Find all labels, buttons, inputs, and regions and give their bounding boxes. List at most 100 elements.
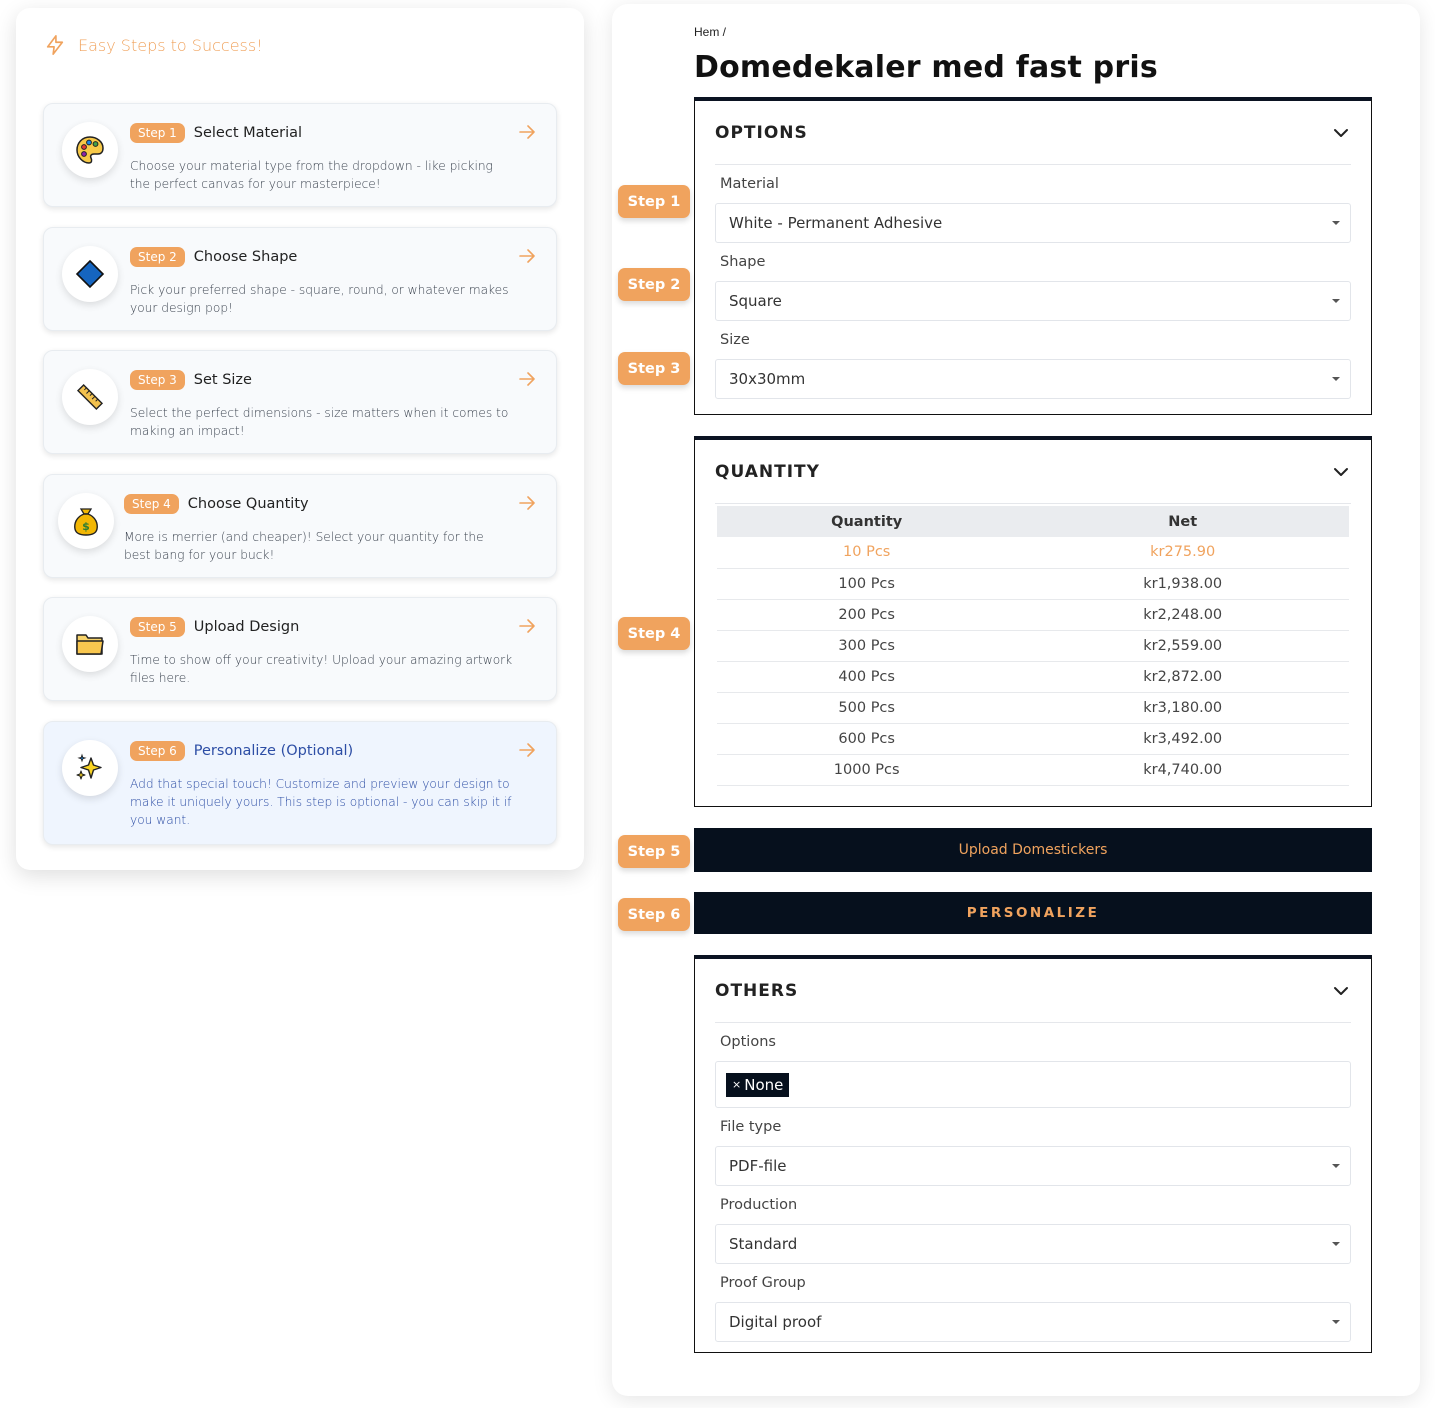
step-title: Select Material [193,125,303,141]
step-card-size[interactable]: Step 3 Set Size Select the perfect dimen… [43,350,557,454]
shape-label: Shape [720,254,766,270]
caret-down-icon [1332,1320,1340,1324]
step-marker-4: Step 4 [618,617,690,650]
step-description: Pick your preferred shape - square, roun… [130,282,509,315]
chevron-down-icon[interactable] [1333,128,1349,138]
step-description: More is merrier (and cheaper)! Select yo… [124,529,484,562]
guide-title: Easy Steps to Success! [78,35,263,55]
section-title: OTHERS [715,980,799,1001]
arrow-right-icon [519,742,535,757]
step-card-shape[interactable]: Step 2 Choose Shape Pick your preferred … [43,226,557,331]
remove-tag-icon[interactable]: × [732,1078,741,1091]
quantity-section: QUANTITY Quantity Net 10 Pcs kr275.90 100… [694,436,1372,807]
folder-icon [62,616,118,672]
table-row[interactable]: 1000 Pcs kr4,740.00 [717,754,1349,786]
step-pill: Step 3 [130,370,185,390]
qty-cell: 10 Pcs [717,537,1017,569]
net-cell: kr3,492.00 [1016,723,1349,755]
net-cell: kr2,248.00 [1016,599,1349,631]
options-multiselect[interactable]: × None [715,1061,1351,1108]
step-title: Choose Shape [193,248,298,265]
step-list: Step 1 Select Material Choose your mater… [43,103,557,864]
step-title: Choose Quantity [187,495,309,512]
proof-group-label: Proof Group [720,1275,806,1291]
qty-cell: 100 Pcs [717,568,1017,600]
selected-tag[interactable]: × None [726,1072,790,1097]
arrow-right-icon [519,619,535,633]
qty-cell: 500 Pcs [717,692,1017,724]
qty-cell: 400 Pcs [717,661,1017,693]
net-cell: kr275.90 [1016,537,1349,569]
tag-label: None [744,1075,784,1094]
step-marker-3: Step 3 [618,352,690,385]
sparkles-icon [62,739,118,796]
arrow-right-icon [519,495,535,510]
quantity-price-table: Quantity Net 10 Pcs kr275.90 100 Pcs kr1,9… [717,506,1349,786]
step-card-personalize[interactable]: Step 6 Personalize (Optional) Add that s… [43,720,557,845]
select-value: Square [729,292,782,310]
steps-guide-panel: Easy Steps to Success! Step 1 Select Mat… [16,8,584,870]
ruler-icon [62,369,118,425]
section-title: OPTIONS [715,122,808,143]
others-header[interactable]: OTHERS [715,959,1351,1023]
step-card-quantity[interactable]: $ Step 4 Choose Quantity More is merrier… [43,473,557,578]
chevron-down-icon[interactable] [1333,467,1349,477]
step-pill: Step 1 [130,123,185,143]
shape-select[interactable]: Square [715,281,1351,321]
step-pill: Step 2 [130,246,185,267]
options-label: Options [720,1034,776,1050]
net-cell: kr4,740.00 [1016,754,1349,786]
page-title: Domedekaler med fast pris [694,50,1158,85]
table-row[interactable]: 200 Pcs kr2,248.00 [717,599,1349,631]
step-marker-2: Step 2 [618,268,690,301]
size-select[interactable]: 30x30mm [715,359,1351,399]
step-marker-5: Step 5 [618,835,690,868]
palette-icon [62,122,118,178]
table-row[interactable]: 10 Pcs kr275.90 [717,537,1349,569]
arrow-right-icon [519,125,535,139]
breadcrumb[interactable]: Hem / [694,25,726,39]
select-value: Standard [729,1235,798,1253]
table-row[interactable]: 500 Pcs kr3,180.00 [717,692,1349,724]
production-select[interactable]: Standard [715,1224,1351,1264]
caret-down-icon [1332,221,1340,225]
column-header-quantity: Quantity [717,506,1017,537]
step-title: Personalize (Optional) [193,742,354,759]
qty-cell: 1000 Pcs [717,754,1017,786]
personalize-button[interactable]: PERSONALIZE [694,892,1372,934]
filetype-select[interactable]: PDF-file [715,1146,1351,1186]
caret-down-icon [1332,377,1340,381]
table-row[interactable]: 100 Pcs kr1,938.00 [717,568,1349,600]
net-cell: kr3,180.00 [1016,692,1349,724]
table-row[interactable]: 300 Pcs kr2,559.00 [717,630,1349,662]
quantity-header[interactable]: QUANTITY [715,440,1351,504]
caret-down-icon [1332,1164,1340,1168]
production-label: Production [720,1197,798,1213]
options-section: OPTIONS Material White - Permanent Adhes… [694,97,1372,415]
upload-domestickers-button[interactable]: Upload Domestickers [694,828,1372,872]
step-pill: Step 6 [130,740,185,761]
step-card-upload[interactable]: Step 5 Upload Design Time to show off yo… [43,597,557,701]
svg-text:$: $ [82,520,90,533]
section-title: QUANTITY [715,461,820,482]
step-marker-1: Step 1 [618,185,690,218]
chevron-down-icon[interactable] [1333,986,1349,996]
net-cell: kr2,559.00 [1016,630,1349,662]
net-cell: kr1,938.00 [1016,568,1349,600]
step-card-material[interactable]: Step 1 Select Material Choose your mater… [43,103,557,207]
arrow-right-icon [519,372,535,386]
options-header[interactable]: OPTIONS [715,101,1351,165]
select-value: White - Permanent Adhesive [729,214,943,232]
net-cell: kr2,872.00 [1016,661,1349,693]
proof-group-select[interactable]: Digital proof [715,1302,1351,1342]
qty-cell: 300 Pcs [717,630,1017,662]
step-description: Add that special touch! Customize and pr… [130,776,512,827]
table-row[interactable]: 600 Pcs kr3,492.00 [717,723,1349,755]
material-select[interactable]: White - Permanent Adhesive [715,203,1351,243]
column-header-net: Net [1016,506,1349,537]
step-title: Upload Design [193,619,300,635]
table-row[interactable]: 400 Pcs kr2,872.00 [717,661,1349,693]
caret-down-icon [1332,1242,1340,1246]
diamond-icon [62,245,118,302]
others-section: OTHERS Options × None File type PDF-file… [694,955,1372,1353]
